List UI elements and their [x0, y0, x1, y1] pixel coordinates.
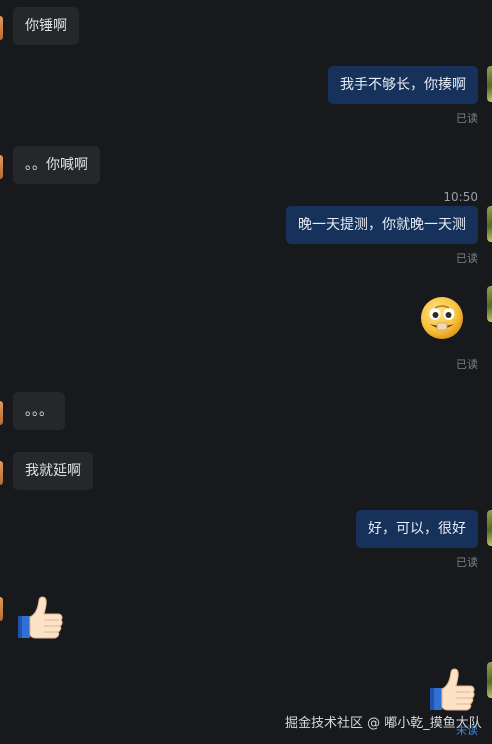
incoming-message[interactable]: 你锤啊	[13, 7, 79, 45]
outgoing-message[interactable]: 我手不够长，你揍啊	[328, 66, 478, 104]
contact-avatar[interactable]	[0, 401, 3, 425]
contact-avatar[interactable]	[0, 16, 3, 40]
my-avatar[interactable]	[487, 286, 492, 322]
my-avatar[interactable]	[487, 662, 492, 698]
contact-avatar[interactable]	[0, 461, 3, 485]
thumbs-up-sticker[interactable]	[14, 594, 66, 642]
contact-avatar[interactable]	[0, 155, 3, 179]
my-avatar[interactable]	[487, 206, 492, 242]
outgoing-message[interactable]: 好，可以，很好	[356, 510, 478, 548]
read-status: 已读	[456, 112, 478, 125]
grinning-face-with-bandage-sticker[interactable]	[418, 294, 466, 342]
thumbs-up-sticker[interactable]	[426, 666, 478, 714]
outgoing-message[interactable]: 晚一天提测，你就晚一天测	[286, 206, 478, 244]
read-status: 已读	[456, 252, 478, 265]
my-avatar[interactable]	[487, 66, 492, 102]
chat-screen: 你锤啊 我手不够长，你揍啊 已读 。。你喊啊 10:50 晚一天提测，你就晚一天…	[0, 0, 492, 744]
watermark: 掘金技术社区 @ 嘟小乾_摸鱼大队	[285, 716, 482, 731]
incoming-message[interactable]: 。。你喊啊	[13, 146, 100, 184]
read-status: 已读	[456, 358, 478, 371]
incoming-message[interactable]: 。。。	[13, 392, 65, 430]
message-timestamp: 10:50	[443, 190, 478, 204]
incoming-message[interactable]: 我就延啊	[13, 452, 93, 490]
read-status: 已读	[456, 556, 478, 569]
contact-avatar[interactable]	[0, 597, 3, 621]
my-avatar[interactable]	[487, 510, 492, 546]
